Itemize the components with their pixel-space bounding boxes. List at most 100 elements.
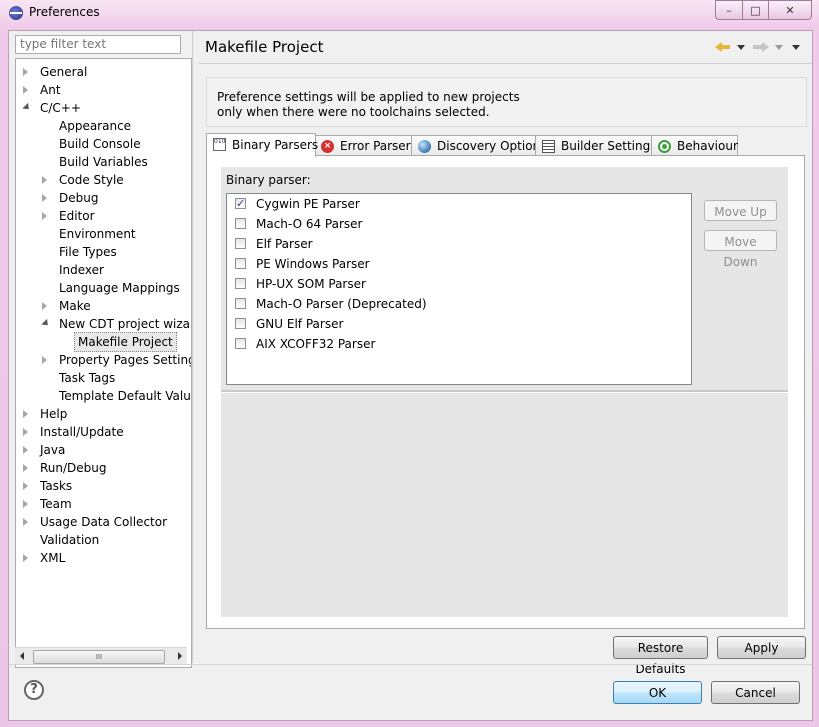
tree-item[interactable]: File Types: [59, 243, 117, 261]
tree-item[interactable]: Property Pages Settings: [59, 351, 191, 369]
back-dropdown-icon[interactable]: [737, 44, 745, 50]
parser-checkbox[interactable]: [235, 278, 246, 289]
expand-arrow-icon[interactable]: [23, 86, 28, 94]
eclipse-icon: [9, 6, 23, 20]
title-separator: [199, 63, 812, 64]
parser-checkbox[interactable]: [235, 218, 246, 229]
tree-item[interactable]: Make: [59, 297, 91, 315]
tree-item[interactable]: Install/Update: [40, 423, 124, 441]
expand-arrow-icon[interactable]: [23, 410, 28, 418]
tree-item[interactable]: Language Mappings: [59, 279, 180, 297]
tree-item[interactable]: Team: [40, 495, 72, 513]
cancel-button[interactable]: Cancel: [711, 681, 800, 704]
tab-strip: 010 Binary Parsers × Error Parsers Disco…: [206, 133, 786, 157]
forward-arrow-icon[interactable]: [752, 40, 770, 54]
parser-checkbox[interactable]: [235, 195, 246, 213]
back-arrow-icon[interactable]: [714, 40, 732, 54]
tree-item[interactable]: Appearance: [59, 117, 131, 135]
builder-icon: [542, 140, 555, 153]
scroll-right-icon[interactable]: [178, 652, 182, 660]
dialog-client: GeneralAntC/C++AppearanceBuild ConsoleBu…: [8, 30, 813, 721]
tree-item[interactable]: Ant: [40, 81, 61, 99]
tab-builder-settings[interactable]: Builder Settings: [535, 135, 656, 156]
title-bar[interactable]: Preferences – □ ✕: [0, 0, 819, 26]
parser-checkbox[interactable]: [235, 238, 246, 249]
tab-label: Error Parsers: [340, 139, 417, 153]
tree-item[interactable]: Indexer: [59, 261, 104, 279]
tree-item[interactable]: Editor: [59, 207, 95, 225]
scroll-left-icon[interactable]: [20, 652, 24, 660]
radio-icon: [658, 140, 671, 153]
expand-arrow-icon[interactable]: [23, 68, 28, 76]
move-up-button[interactable]: Move Up: [704, 200, 777, 221]
tree-item[interactable]: C/C++: [40, 99, 81, 117]
group-separator: [221, 390, 788, 393]
expand-arrow-icon[interactable]: [23, 464, 28, 472]
expand-arrow-icon[interactable]: [23, 500, 28, 508]
binary-icon: 010: [213, 138, 226, 151]
close-button[interactable]: ✕: [769, 0, 812, 20]
tree-item[interactable]: Task Tags: [59, 369, 115, 387]
parser-checkbox[interactable]: [235, 318, 246, 329]
restore-defaults-button[interactable]: Restore Defaults: [613, 636, 708, 676]
apply-button[interactable]: Apply: [717, 636, 806, 659]
tree-item[interactable]: Tasks: [40, 477, 72, 495]
bottom-separator: [9, 664, 812, 665]
filter-input[interactable]: [15, 35, 181, 54]
binary-parser-list[interactable]: Cygwin PE Parser Mach-O 64 Parser Elf Pars…: [226, 193, 692, 385]
expand-arrow-icon[interactable]: [23, 518, 28, 526]
tree-item[interactable]: Run/Debug: [40, 459, 107, 477]
tab-discovery-options[interactable]: Discovery Options: [411, 135, 546, 156]
expand-arrow-icon[interactable]: [42, 176, 47, 184]
tab-error-parsers[interactable]: × Error Parsers: [314, 135, 417, 156]
tree-item[interactable]: Java: [40, 441, 65, 459]
maximize-button[interactable]: □: [743, 0, 769, 20]
expand-arrow-icon[interactable]: [23, 482, 28, 490]
page-navigation: [714, 39, 804, 55]
tree-item[interactable]: Code Style: [59, 171, 124, 189]
tree-item[interactable]: General: [40, 63, 87, 81]
error-icon: ×: [321, 140, 334, 153]
window-title: Preferences: [29, 5, 100, 19]
expand-arrow-icon[interactable]: [23, 554, 28, 562]
tree-item[interactable]: Makefile Project: [74, 332, 177, 352]
tab-content: Binary parser: Cygwin PE Parser Mach-O 64…: [206, 155, 805, 629]
globe-icon: [418, 140, 431, 153]
tree-item[interactable]: Build Console: [59, 135, 141, 153]
tree-item[interactable]: XML: [40, 549, 65, 567]
expand-arrow-icon[interactable]: [23, 428, 28, 436]
info-line-2: only when there were no toolchains selec…: [217, 105, 490, 119]
parser-checkbox[interactable]: [235, 258, 246, 269]
tab-behaviour[interactable]: Behaviour: [651, 135, 738, 156]
tree-horizontal-scrollbar[interactable]: III: [15, 647, 187, 665]
tree-item[interactable]: Template Default Values: [59, 387, 191, 405]
minimize-button[interactable]: –: [715, 0, 743, 20]
tree-item[interactable]: Help: [40, 405, 67, 423]
tree-item[interactable]: New CDT project wizard: [59, 315, 191, 333]
tree-item[interactable]: Validation: [40, 531, 99, 549]
forward-dropdown-icon[interactable]: [775, 44, 783, 50]
help-icon[interactable]: ?: [24, 680, 44, 700]
preferences-window: Preferences – □ ✕ GeneralAntC/C++Appeara…: [0, 0, 819, 727]
tab-binary-parsers[interactable]: 010 Binary Parsers: [206, 133, 318, 157]
parser-label: AIX XCOFF32 Parser: [256, 337, 376, 351]
expand-arrow-icon[interactable]: [42, 302, 47, 310]
tree-item[interactable]: Environment: [59, 225, 136, 243]
expand-arrow-icon[interactable]: [23, 446, 28, 454]
tree-item[interactable]: Debug: [59, 189, 98, 207]
collapse-arrow-icon[interactable]: [41, 318, 51, 329]
expand-arrow-icon[interactable]: [42, 356, 47, 364]
expand-arrow-icon[interactable]: [42, 212, 47, 220]
tree-item[interactable]: Usage Data Collector: [40, 513, 167, 531]
scroll-thumb[interactable]: III: [33, 650, 165, 664]
collapse-arrow-icon[interactable]: [22, 102, 32, 113]
preferences-tree[interactable]: General Ant C/C++ Appearance Build Console Bu…: [15, 58, 192, 668]
tree-item[interactable]: Build Variables: [59, 153, 148, 171]
parser-checkbox[interactable]: [235, 338, 246, 349]
move-down-button[interactable]: Move Down: [704, 230, 777, 269]
parser-checkbox[interactable]: [235, 298, 246, 309]
view-menu-icon[interactable]: [792, 44, 800, 50]
expand-arrow-icon[interactable]: [42, 194, 47, 202]
parser-label: Cygwin PE Parser: [256, 197, 360, 211]
ok-button[interactable]: OK: [613, 681, 702, 704]
